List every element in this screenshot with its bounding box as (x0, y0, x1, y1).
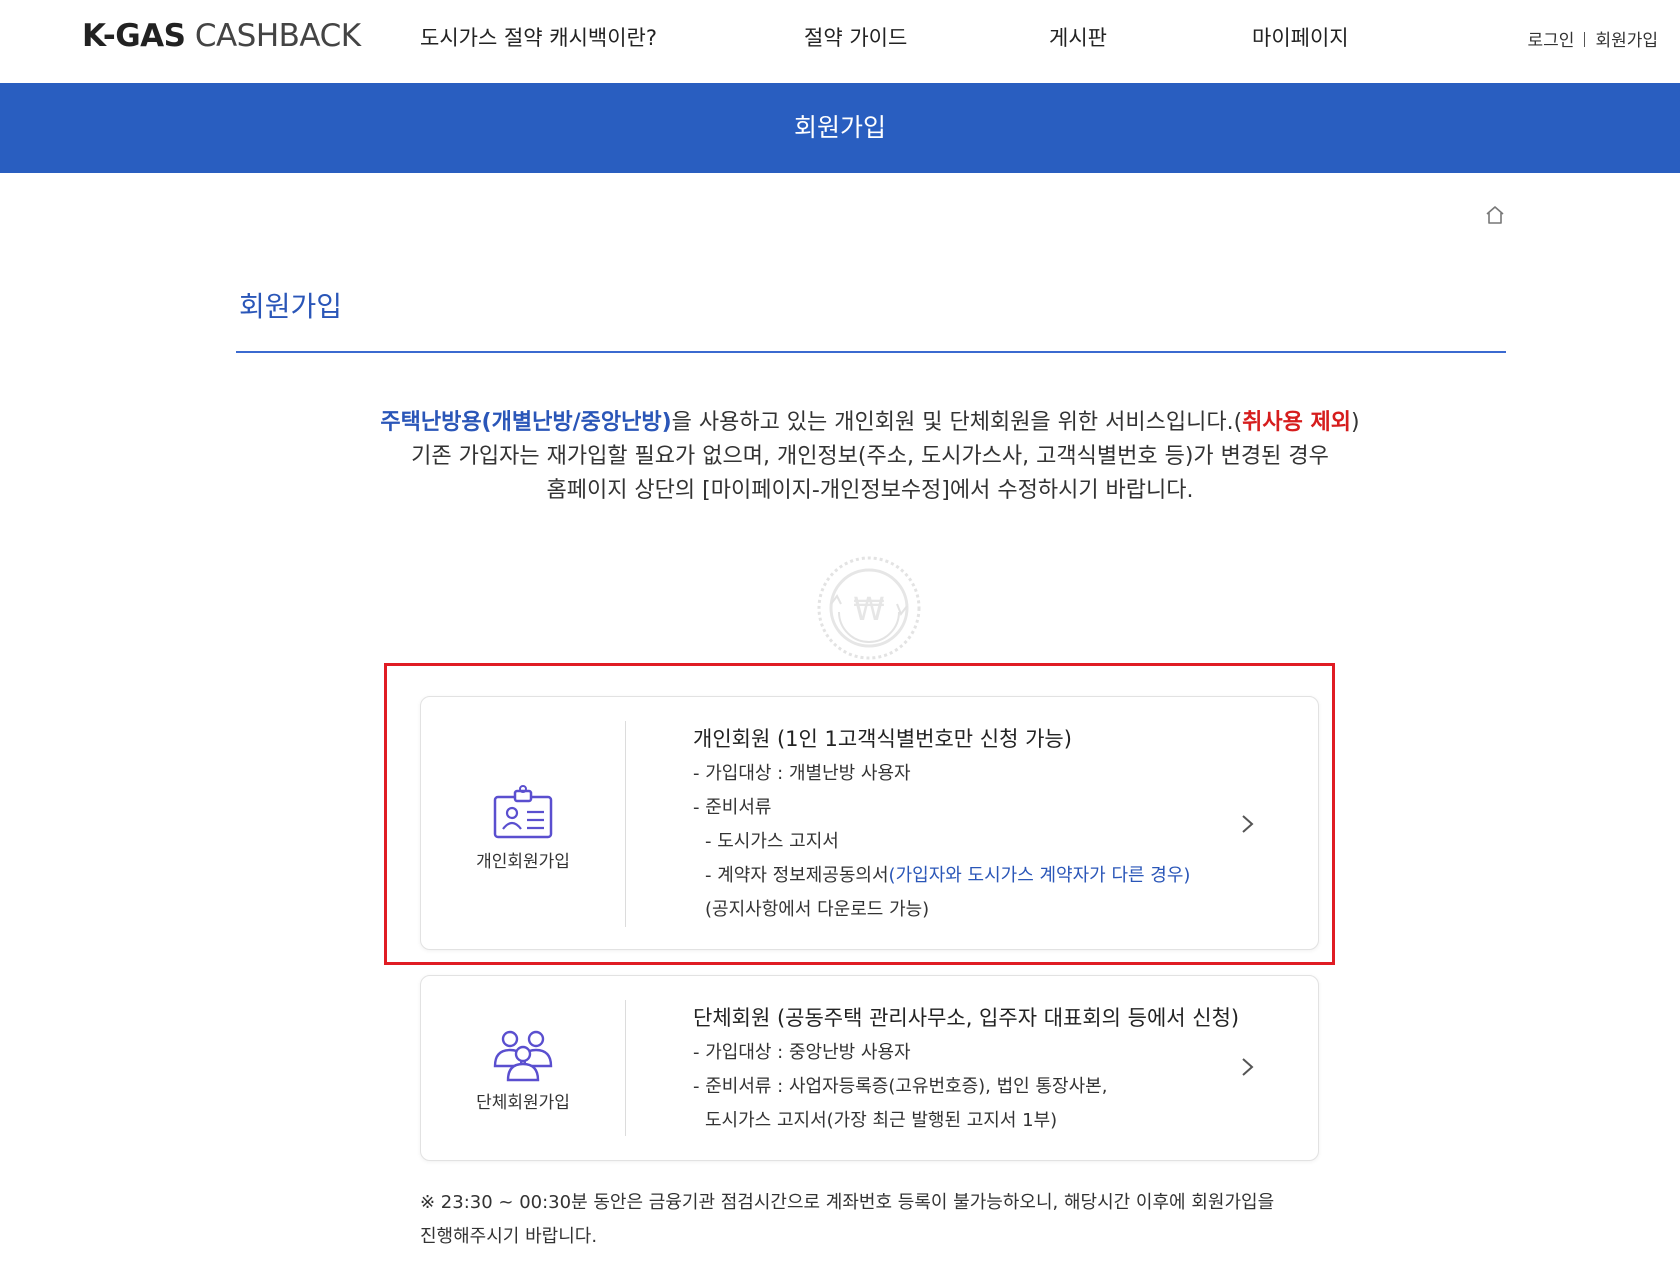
personal-doc-2-text: - 계약자 정보제공동의서 (705, 865, 889, 886)
group-users-icon (493, 1030, 553, 1082)
group-docs: - 준비서류 : 사업자등록증(고유번호증), 법인 통장사본, (693, 1076, 1108, 1097)
won-cashback-icon: ₩ (817, 556, 921, 660)
group-target: - 가입대상 : 중앙난방 사용자 (693, 1042, 911, 1063)
personal-doc-2-blue: (가입자와 도시가스 계약자가 다른 경우) (888, 865, 1191, 886)
top-header: K-GAS CASHBACK 도시가스 절약 캐시백이란? 절약 가이드 게시판… (0, 0, 1680, 83)
intro-text-1: 을 사용하고 있는 개인회원 및 단체회원을 위한 서비스입니다.( (671, 410, 1243, 435)
nav-item-about[interactable]: 도시가스 절약 캐시백이란? (420, 22, 657, 52)
intro-line-3: 홈페이지 상단의 [마이페이지-개인정보수정]에서 수정하시기 바랍니다. (546, 478, 1194, 503)
login-link[interactable]: 로그인 (1528, 31, 1575, 51)
group-card-body: 단체회원 (공동주택 관리사무소, 입주자 대표회의 등에서 신청) - 가입대… (693, 1000, 1239, 1138)
personal-icon-label: 개인회원가입 (476, 852, 570, 872)
chevron-right-icon (1242, 1058, 1254, 1076)
personal-doc-2-note: (공지사항에서 다운로드 가능) (705, 899, 930, 920)
page-banner: 회원가입 (0, 83, 1680, 173)
svg-text:₩: ₩ (853, 590, 885, 628)
maintenance-notice: ※ 23:30 ~ 00:30분 동안은 금융기관 점검시간으로 계좌번호 등록… (420, 1186, 1320, 1254)
logo-bold: K-GAS (82, 18, 186, 54)
personal-target: - 가입대상 : 개별난방 사용자 (693, 763, 911, 784)
util-separator (1584, 32, 1586, 47)
personal-card-body: 개인회원 (1인 1고객식별번호만 신청 가능) - 가입대상 : 개별난방 사… (693, 721, 1190, 927)
personal-card-head: 개인회원 (1인 1고객식별번호만 신청 가능) (693, 727, 1072, 751)
personal-doc-1: - 도시가스 고지서 (705, 831, 839, 852)
group-icon-wrap: 단체회원가입 (421, 1028, 625, 1113)
intro-end: ) (1351, 410, 1360, 435)
card-divider (625, 721, 626, 927)
intro-line-1: 주택난방용(개별난방/중앙난방)을 사용하고 있는 개인회원 및 단체회원을 위… (240, 406, 1500, 440)
personal-signup-card[interactable]: 개인회원가입 개인회원 (1인 1고객식별번호만 신청 가능) - 가입대상 :… (420, 696, 1319, 950)
nav-item-mypage[interactable]: 마이페이지 (1252, 22, 1349, 52)
personal-doc-2: - 계약자 정보제공동의서(가입자와 도시가스 계약자가 다른 경우) (693, 859, 1190, 893)
logo[interactable]: K-GAS CASHBACK (82, 18, 361, 54)
id-card-icon (493, 785, 553, 839)
logo-light: CASHBACK (185, 18, 361, 54)
intro-red: 취사용 제외 (1242, 410, 1352, 435)
group-icon-label: 단체회원가입 (476, 1093, 570, 1113)
intro-line-2: 기존 가입자는 재가입할 필요가 없으며, 개인정보(주소, 도시가스사, 고객… (411, 444, 1329, 469)
notice-line-2: 진행해주시기 바랍니다. (420, 1226, 598, 1247)
group-signup-card[interactable]: 단체회원가입 단체회원 (공동주택 관리사무소, 입주자 대표회의 등에서 신청… (420, 975, 1319, 1161)
signup-link[interactable]: 회원가입 (1595, 31, 1658, 51)
intro-text: 주택난방용(개별난방/중앙난방)을 사용하고 있는 개인회원 및 단체회원을 위… (240, 406, 1500, 508)
personal-docs-label: - 준비서류 (693, 797, 772, 818)
group-docs-2: 도시가스 고지서(가장 최근 발행된 고지서 1부) (705, 1110, 1058, 1131)
intro-blue: 주택난방용(개별난방/중앙난방) (380, 410, 672, 435)
chevron-right-icon (1242, 815, 1254, 833)
notice-line-1: ※ 23:30 ~ 00:30분 동안은 금융기관 점검시간으로 계좌번호 등록… (420, 1192, 1275, 1213)
banner-title: 회원가입 (793, 113, 886, 142)
card-divider (625, 1000, 626, 1136)
nav-item-guide[interactable]: 절약 가이드 (804, 22, 907, 52)
title-divider (236, 351, 1506, 353)
home-icon[interactable] (1484, 204, 1506, 226)
group-card-head: 단체회원 (공동주택 관리사무소, 입주자 대표회의 등에서 신청) (693, 1006, 1240, 1030)
page-title: 회원가입 (239, 290, 343, 323)
nav-item-board[interactable]: 게시판 (1049, 22, 1107, 52)
personal-icon-wrap: 개인회원가입 (421, 783, 625, 872)
util-links: 로그인 회원가입 (1528, 26, 1658, 51)
